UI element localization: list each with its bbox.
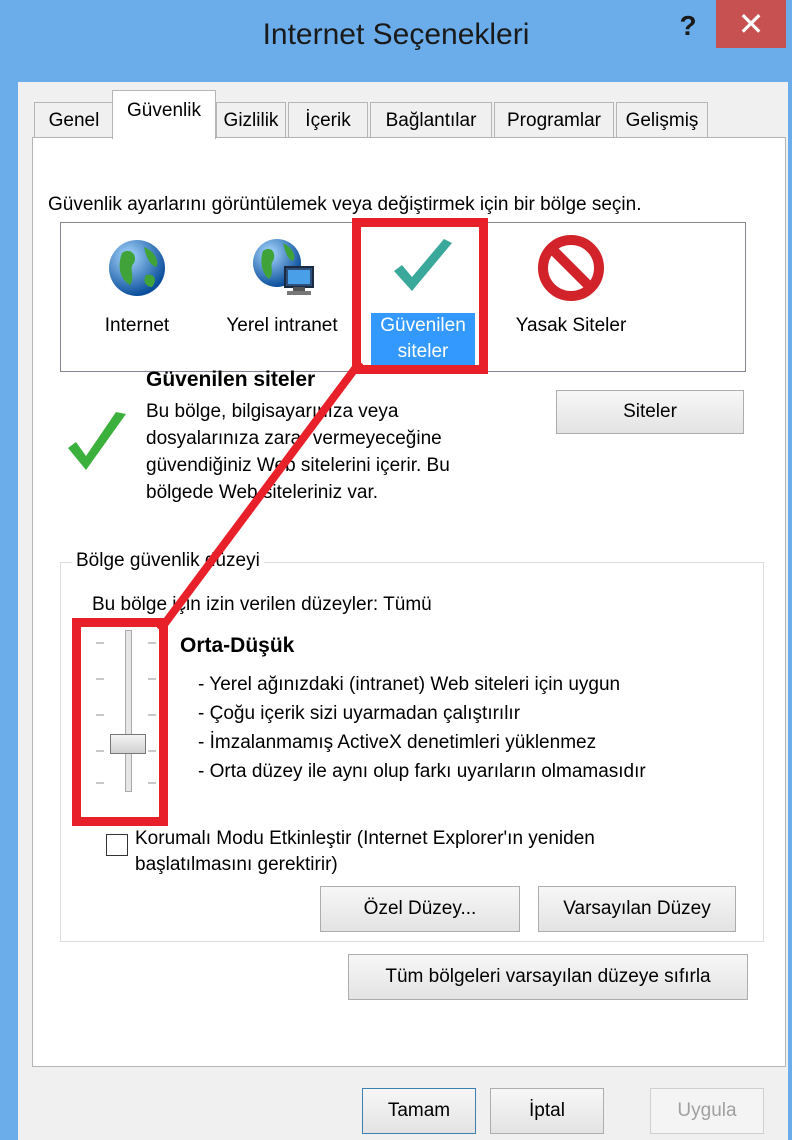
annotation-arrow-line (156, 359, 364, 633)
tab-guvenlik[interactable]: Güvenlik (112, 90, 216, 139)
internet-options-window: Internet Seçenekleri ? ✕ Genel Güvenlik … (0, 0, 792, 1140)
